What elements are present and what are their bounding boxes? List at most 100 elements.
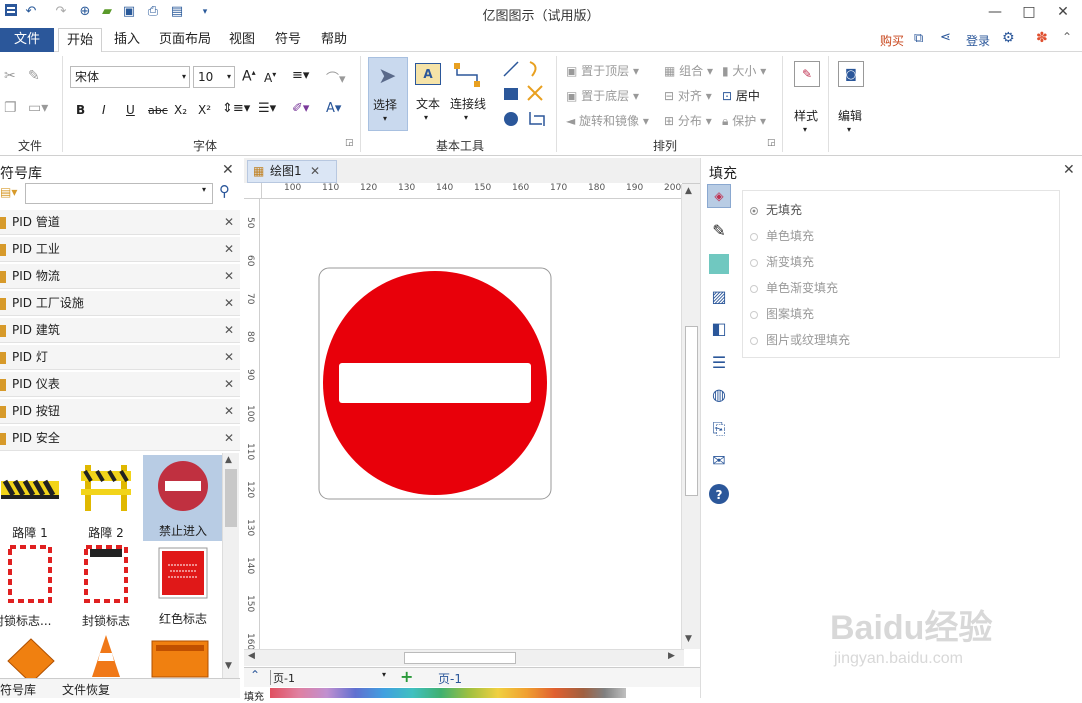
image-icon[interactable]: ▨: [707, 286, 731, 310]
maximize-button[interactable]: □: [1012, 0, 1046, 26]
canvas-vertical-scrollbar[interactable]: ▲ ▼: [681, 184, 700, 649]
search-icon[interactable]: ⚲: [219, 182, 230, 200]
symbol-library-close-icon[interactable]: ✕: [222, 162, 234, 178]
cut-icon[interactable]: ✂: [4, 68, 16, 84]
attachment-icon[interactable]: ⎘: [707, 418, 731, 442]
tab-file-recovery[interactable]: 文件恢复: [62, 681, 110, 698]
orange-diamond-sign-icon[interactable]: [6, 637, 56, 678]
symbol-roadblock-1[interactable]: 路障 1: [0, 457, 70, 541]
protect-button[interactable]: 🔒︎ 保护 ▾: [722, 112, 766, 129]
tab-page-layout[interactable]: 页面布局: [154, 28, 216, 52]
align-text-icon[interactable]: ≡▾: [292, 68, 309, 83]
color-palette[interactable]: [270, 688, 626, 698]
style-button[interactable]: ✎ 样式 ▾: [788, 57, 826, 141]
line-spacing-icon[interactable]: ⇕≡▾: [222, 101, 250, 116]
login-link[interactable]: 登录: [966, 32, 990, 49]
font-color-icon[interactable]: A▾: [326, 101, 341, 116]
symbol-roadblock-2[interactable]: 路障 2: [66, 457, 146, 541]
arrange-dialog-launcher-icon[interactable]: ◲: [767, 138, 776, 148]
file-tab[interactable]: 文件: [0, 28, 54, 52]
add-page-icon[interactable]: +: [400, 667, 413, 686]
library-category-item[interactable]: PID 工厂设施 ✕: [0, 291, 240, 316]
underline-button[interactable]: U: [126, 103, 135, 117]
group-button[interactable]: ▦ 组合 ▾: [664, 62, 713, 79]
page-properties-icon[interactable]: ☰: [707, 352, 731, 376]
align-button[interactable]: ⊟ 对齐 ▾: [664, 87, 712, 104]
tab-symbol[interactable]: 符号: [268, 28, 308, 52]
shadow-icon[interactable]: [709, 254, 729, 274]
font-size-select[interactable]: 10 ▾: [193, 66, 235, 88]
fill-option-gradient[interactable]: 渐变填充: [750, 253, 814, 270]
share-screen-icon[interactable]: ⧉: [914, 31, 923, 46]
symbol-search-input[interactable]: [25, 183, 213, 204]
fill-panel-close-icon[interactable]: ✕: [1063, 162, 1075, 178]
bullet-list-icon[interactable]: ☰▾: [258, 101, 276, 116]
library-category-item[interactable]: PID 灯 ✕: [0, 345, 240, 370]
library-menu-icon[interactable]: ▤▾: [0, 185, 22, 203]
hyperlink-globe-icon[interactable]: ◍: [707, 384, 731, 408]
layer-icon[interactable]: ◧: [707, 318, 731, 342]
center-button[interactable]: ⊡ 居中: [722, 87, 760, 104]
close-button[interactable]: ✕: [1046, 0, 1080, 26]
warning-board-icon[interactable]: [150, 639, 210, 678]
tab-symbol-library[interactable]: 符号库: [0, 681, 36, 698]
no-entry-sign-shape[interactable]: [318, 267, 554, 501]
fill-option-none[interactable]: 无填充: [750, 201, 802, 218]
edit-button[interactable]: ◙ 编辑 ▾: [832, 57, 870, 141]
library-category-item[interactable]: PID 建筑 ✕: [0, 318, 240, 343]
comment-icon[interactable]: ✉: [707, 450, 731, 474]
line-style-icon[interactable]: ✎: [707, 220, 731, 244]
send-to-back-button[interactable]: ▣ 置于底层 ▾: [566, 87, 639, 104]
library-category-item[interactable]: PID 物流 ✕: [0, 264, 240, 289]
text-tool-button[interactable]: A 文本 ▾: [412, 57, 446, 131]
tab-help[interactable]: 帮助: [314, 28, 354, 52]
connector-tool-button[interactable]: 连接线 ▾: [448, 57, 488, 131]
library-category-item[interactable]: PID 按钮 ✕: [0, 399, 240, 424]
library-category-item[interactable]: PID 安全 ✕: [0, 426, 240, 451]
symbol-red-sign[interactable]: 红色标志: [143, 543, 222, 627]
font-name-select[interactable]: 宋体 ▾: [70, 66, 190, 88]
settings-gear-icon[interactable]: ⚙: [1002, 30, 1015, 46]
copy-icon[interactable]: ❐: [4, 100, 17, 116]
superscript-button[interactable]: X²: [198, 103, 211, 117]
rotate-mirror-button[interactable]: ◄ 旋转和镜像 ▾: [566, 112, 649, 129]
shrink-font-button[interactable]: A▾: [264, 70, 276, 85]
tab-home[interactable]: 开始: [58, 28, 102, 53]
format-painter-icon[interactable]: ✎: [28, 68, 40, 84]
tab-view[interactable]: 视图: [224, 28, 260, 52]
size-button[interactable]: ▮ 大小 ▾: [722, 62, 766, 79]
tab-insert[interactable]: 插入: [108, 28, 146, 52]
bold-button[interactable]: B: [76, 103, 85, 117]
fill-option-picture-texture[interactable]: 图片或纹理填充: [750, 331, 850, 348]
fill-option-solid[interactable]: 单色填充: [750, 227, 814, 244]
collapse-ribbon-icon[interactable]: ⌃: [1062, 30, 1072, 44]
symbol-barrier-sign-ellipsis[interactable]: 封锁标志...: [0, 543, 70, 628]
text-path-icon[interactable]: ⌒▾: [326, 68, 346, 87]
strikethrough-button[interactable]: abc: [148, 104, 168, 117]
gallery-scrollbar[interactable]: ▲ ▼: [222, 453, 239, 678]
search-history-dropdown-icon[interactable]: ▾: [202, 185, 206, 194]
traffic-cone-icon[interactable]: [86, 633, 126, 678]
fill-option-pattern[interactable]: 图案填充: [750, 305, 814, 322]
help-icon[interactable]: ?: [709, 484, 729, 504]
symbol-no-entry[interactable]: 禁止进入: [143, 455, 222, 541]
canvas-horizontal-scrollbar[interactable]: ◀ ▶: [244, 649, 684, 666]
bring-to-front-button[interactable]: ▣ 置于顶层 ▾: [566, 62, 639, 79]
buy-link[interactable]: 购买: [880, 32, 904, 49]
paste-icon[interactable]: ▭▾: [28, 100, 48, 116]
grow-font-button[interactable]: A▴: [242, 68, 256, 85]
library-category-item[interactable]: PID 工业 ✕: [0, 237, 240, 262]
shape-tools-grid[interactable]: [500, 60, 550, 130]
symbol-barrier-sign[interactable]: 封锁标志: [66, 543, 146, 628]
distribute-button[interactable]: ⊞ 分布 ▾: [664, 112, 712, 129]
library-category-item[interactable]: PID 管道 ✕: [0, 210, 240, 235]
fill-icon[interactable]: ◈: [707, 184, 731, 208]
page-expand-icon[interactable]: ⌃: [250, 668, 260, 682]
select-tool-button[interactable]: ➤ 选择 ▾: [368, 57, 408, 131]
subscript-button[interactable]: X₂: [174, 103, 187, 117]
share-icon[interactable]: ⋖: [940, 30, 951, 45]
highlight-icon[interactable]: ✐▾: [292, 101, 309, 116]
minimize-button[interactable]: —: [978, 0, 1012, 26]
font-dialog-launcher-icon[interactable]: ◲: [345, 138, 354, 148]
page-tab[interactable]: 页-1: [438, 670, 462, 687]
